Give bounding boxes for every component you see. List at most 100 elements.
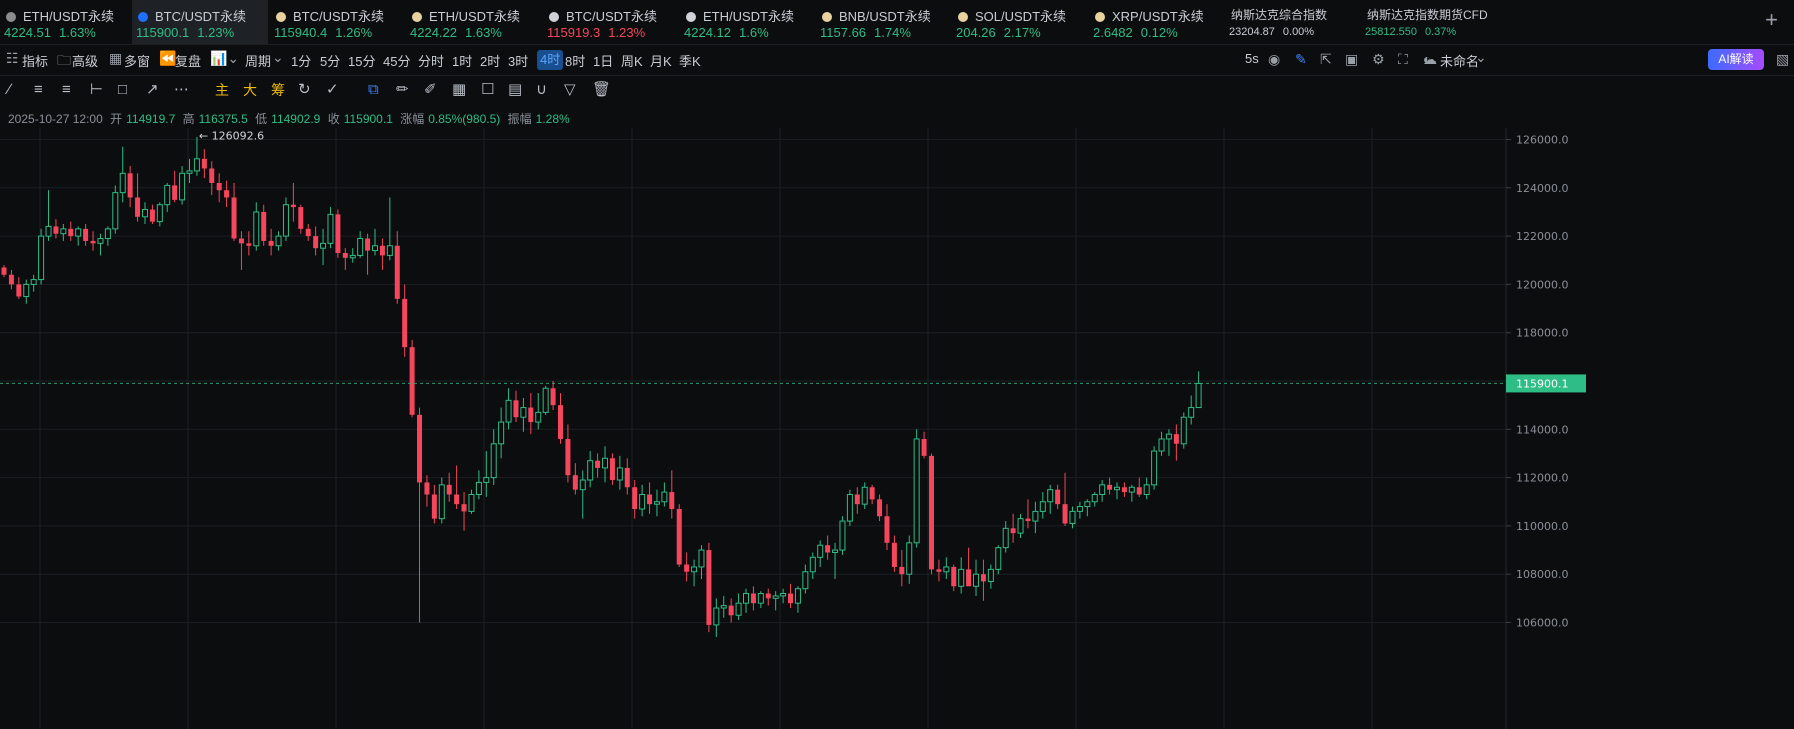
interval-10[interactable]: 1日 <box>593 51 613 70</box>
candle-up <box>720 595 727 618</box>
fullscreen-icon[interactable]: ⛶ <box>1398 51 1408 68</box>
interval-5[interactable]: 1时 <box>452 51 472 70</box>
candle-body <box>357 238 364 256</box>
arrow-icon[interactable]: ↗ <box>146 82 159 98</box>
candle-up <box>1076 501 1083 519</box>
horizontal-lines-icon[interactable]: ≡ <box>34 82 43 98</box>
rewind-icon: ⏪ <box>159 50 177 66</box>
rectangle-icon[interactable]: □ <box>118 82 127 98</box>
trend-line-icon[interactable]: ∕ <box>8 82 11 98</box>
add-tab-icon[interactable]: + <box>1765 9 1778 31</box>
interval-4[interactable]: 分时 <box>418 51 444 70</box>
candle-body <box>906 542 913 575</box>
candlestick-chart[interactable]: 126000.0 124000.0 122000.0 120000.0 118000.0… <box>0 128 1794 729</box>
ticker-tab-index[interactable]: 纳斯达克指数期货CFD 25812.550 0.37% <box>1361 0 1511 44</box>
candle-up <box>490 429 497 485</box>
crop-icon[interactable]: ⇱ <box>1320 51 1332 68</box>
filter-icon[interactable]: ▽ <box>564 82 576 98</box>
ticker-tab[interactable]: XRP/USDT永续 2.6482 0.12% <box>1089 0 1219 44</box>
interval-2[interactable]: 15分 <box>348 51 375 70</box>
hide-drawings-icon[interactable]: ✓ <box>326 82 339 98</box>
candle-type-icon[interactable]: 📊⌄ <box>210 50 239 67</box>
ticker-tab-index[interactable]: 纳斯达克综合指数 23204.87 0.00% <box>1225 0 1359 44</box>
candle-body <box>609 458 615 481</box>
candles-icon[interactable]: ▦ <box>452 82 466 98</box>
coin-icon <box>1095 12 1105 22</box>
interval-9[interactable]: 8时 <box>565 51 585 70</box>
gear-icon[interactable]: ⚙ <box>1372 51 1385 68</box>
trash-icon[interactable]: 🗑 <box>592 82 611 98</box>
copy-icon[interactable]: ⧉ <box>368 82 379 98</box>
ruler-icon[interactable]: ✏ <box>396 82 409 98</box>
chart-grid <box>0 128 1506 729</box>
parallel-channel-icon[interactable]: ≡ <box>62 82 71 98</box>
candle-down <box>1 265 7 278</box>
ticker-change: 2.17% <box>1003 25 1041 40</box>
interval-7[interactable]: 3时 <box>508 51 528 70</box>
interval-0[interactable]: 1分 <box>291 51 311 70</box>
candle-up <box>468 489 475 514</box>
advanced-button[interactable]: 高级 <box>72 51 98 70</box>
magnet-icon[interactable]: ∪ <box>536 82 547 98</box>
candle-down <box>558 393 563 444</box>
candle-body <box>342 253 348 258</box>
ticker-price: 25812.550 <box>1365 26 1417 38</box>
candle-up <box>372 228 378 256</box>
candle-up <box>995 545 1002 575</box>
candle-down <box>565 424 571 483</box>
interval-6[interactable]: 2时 <box>480 51 500 70</box>
replay-button[interactable]: 复盘 <box>175 51 201 70</box>
refresh-rate[interactable]: 5s <box>1245 51 1259 66</box>
candle-body <box>75 228 82 237</box>
ticker-tab[interactable]: BNB/USDT永续 1157.66 1.74% <box>816 0 946 44</box>
sync-icon[interactable]: ↻ <box>298 82 311 98</box>
candle-body <box>921 438 927 456</box>
ticker-tab[interactable]: ETH/USDT永续 4224.12 1.6% <box>680 0 810 44</box>
candle-down <box>8 269 14 290</box>
candle-body <box>1084 501 1091 508</box>
candle-body <box>446 484 452 495</box>
camera-icon[interactable]: ◉ <box>1268 51 1280 68</box>
candle-body <box>253 211 260 247</box>
chart-pin-icon[interactable]: ▧ <box>1776 51 1789 68</box>
more-tools-icon[interactable]: ⋯ <box>174 82 189 98</box>
chips-toggle[interactable]: 筹 <box>271 82 285 98</box>
main-chart-toggle[interactable]: 主 <box>215 82 229 98</box>
ticker-change: 1.63% <box>465 25 502 40</box>
candle-down <box>632 480 638 519</box>
save-icon[interactable]: ▣ <box>1345 51 1358 68</box>
high-label: 高 <box>182 112 195 126</box>
interval-3[interactable]: 45分 <box>383 51 410 70</box>
ticker-tab-active[interactable]: BTC/USDT永续 115900.1 1.23% <box>132 0 268 44</box>
indicators-button[interactable]: 指标 <box>22 51 48 70</box>
ticker-tab[interactable]: BTC/USDT永续 115940.4 1.26% <box>270 0 400 44</box>
interval-12[interactable]: 月K <box>650 51 672 70</box>
candle-body <box>490 443 497 479</box>
note-icon[interactable]: ▤ <box>508 82 522 98</box>
candle-body <box>542 387 549 413</box>
candle-body <box>468 494 475 512</box>
large-toggle[interactable]: 大 <box>243 82 257 98</box>
brush-icon[interactable]: ✐ <box>424 82 437 98</box>
candle-body <box>349 254 356 259</box>
multi-window-button[interactable]: 多窗 <box>124 51 150 70</box>
interval-8[interactable]: 4时 <box>537 50 564 70</box>
ai-interpret-button[interactable]: AI解读 <box>1708 49 1764 70</box>
ticker-tab[interactable]: ETH/USDT永续 4224.22 1.63% <box>406 0 536 44</box>
ticker-tab[interactable]: SOL/USDT永续 204.26 2.17% <box>952 0 1082 44</box>
pen-icon[interactable]: ✎ <box>1295 51 1307 68</box>
candle-body <box>1 267 7 275</box>
ticker-price: 204.26 <box>956 25 996 40</box>
interval-13[interactable]: 季K <box>679 51 701 70</box>
ticker-tab[interactable]: BTC/USDT永续 115919.3 1.23% <box>543 0 673 44</box>
folder-icon: 🗀 <box>57 52 71 68</box>
horizontal-ray-icon[interactable]: ⊢ <box>90 82 103 98</box>
candle-down <box>424 475 430 507</box>
layout-name[interactable]: 未命名 <box>1440 51 1479 70</box>
candle-body <box>149 209 155 222</box>
period-dropdown[interactable]: 周期 <box>245 51 271 70</box>
interval-11[interactable]: 周K <box>621 51 643 70</box>
interval-1[interactable]: 5分 <box>320 51 340 70</box>
lock-icon[interactable]: ☐ <box>481 82 494 98</box>
ticker-tab[interactable]: ETH/USDT永续 4224.51 1.63% <box>0 0 130 44</box>
